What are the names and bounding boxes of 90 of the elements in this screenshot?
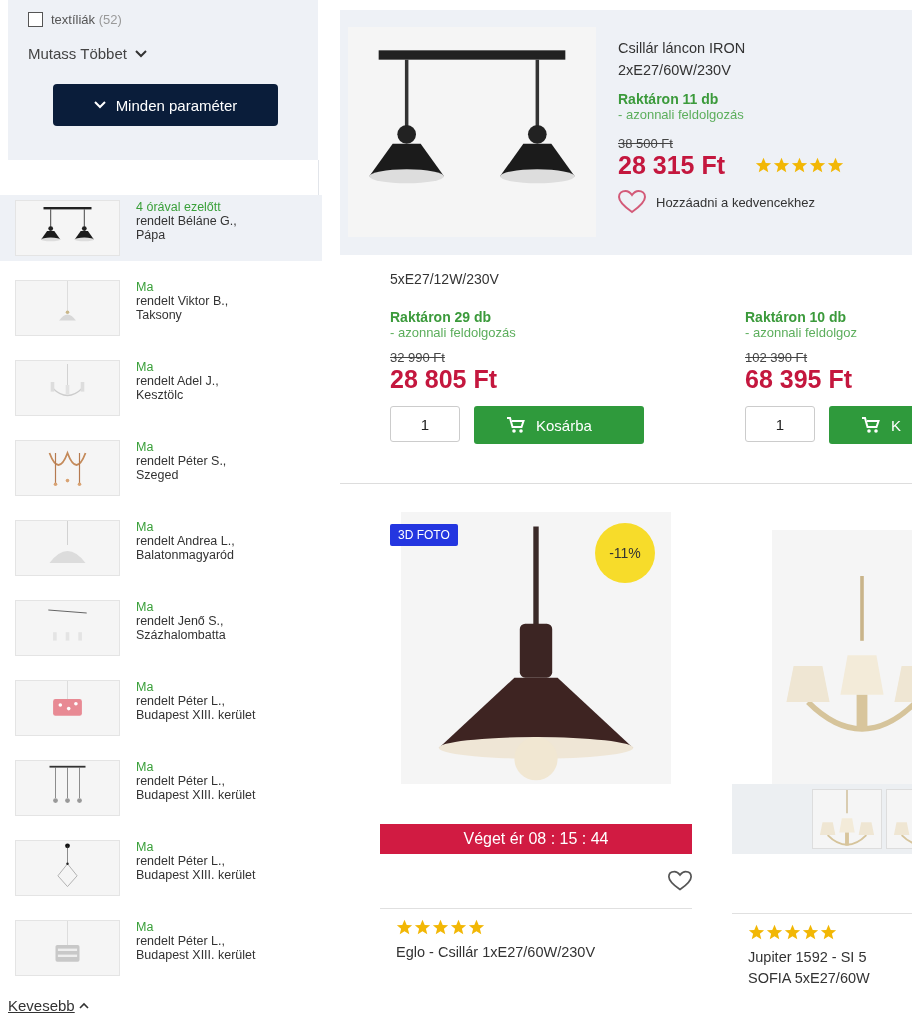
order-time: Ma <box>136 600 155 614</box>
buyer-name: rendelt Jenő S., <box>136 614 225 628</box>
star-icon <box>748 924 765 941</box>
old-price: 38 500 Ft <box>618 136 674 151</box>
star-icon <box>396 919 413 936</box>
buyer-city: Kesztölc <box>136 388 185 402</box>
checkbox[interactable] <box>28 12 43 27</box>
buyer-city: Balatonmagyaród <box>136 548 235 562</box>
stock-status: Raktáron 29 db <box>390 309 493 325</box>
stock-status: Raktáron 10 db <box>745 309 848 325</box>
order-item[interactable]: Ma rendelt Adel J., Kesztölc <box>0 355 322 421</box>
order-time: Ma <box>136 680 155 694</box>
processing-note: - azonnali feldolgozás <box>618 107 745 122</box>
order-time: 4 órával ezelőtt <box>136 200 222 214</box>
processing-note: - azonnali feldolgoz <box>745 325 859 340</box>
quantity-field[interactable]: 1 <box>390 406 460 442</box>
star-icon <box>766 924 783 941</box>
star-icon <box>820 924 837 941</box>
chevron-down-icon <box>134 49 147 58</box>
buyer-name: rendelt Andrea L., <box>136 534 235 548</box>
star-icon <box>773 157 790 174</box>
order-time: Ma <box>136 440 155 454</box>
buyer-name: rendelt Viktor B., <box>136 294 229 308</box>
product-title[interactable]: Jupiter 1592 - SI 5 SOFIA 5xE27/60W <box>748 947 912 989</box>
add-to-cart-button[interactable]: K <box>829 406 912 444</box>
star-icon <box>450 919 467 936</box>
buyer-name: rendelt Péter L., <box>136 694 226 708</box>
product-title[interactable]: Eglo - Csillár 1xE27/60W/230V <box>396 942 692 963</box>
chevron-up-icon <box>78 1002 89 1009</box>
product-title[interactable]: 5xE27/12W/230V <box>390 271 499 287</box>
star-icon <box>802 924 819 941</box>
price: 28 805 Ft <box>390 365 498 394</box>
order-item[interactable]: Ma rendelt Viktor B., Taksony <box>0 275 322 341</box>
star-icon <box>755 157 772 174</box>
buyer-city: Taksony <box>136 308 183 322</box>
star-icon <box>791 157 808 174</box>
buyer-city: Budapest XIII. kerület <box>136 708 256 722</box>
cart-icon <box>861 416 881 434</box>
order-item[interactable]: Ma rendelt Péter L., Budapest XIII. kerület <box>0 915 322 981</box>
order-time: Ma <box>136 520 155 534</box>
show-less-link[interactable]: Kevesebb <box>8 997 89 1014</box>
add-to-cart-button[interactable]: Kosárba <box>474 406 644 444</box>
heart-icon[interactable] <box>668 870 692 892</box>
buyer-name: rendelt Péter S., <box>136 454 227 468</box>
quantity-field[interactable]: 1 <box>745 406 815 442</box>
buyer-city: Pápa <box>136 228 167 242</box>
countdown-bar: Véget ér 08 : 15 : 44 <box>380 824 692 854</box>
order-item[interactable]: Ma rendelt Péter L., Budapest XIII. kerület <box>0 755 322 821</box>
order-item[interactable]: Ma rendelt Péter L., Budapest XIII. kerület <box>0 835 322 901</box>
heart-icon <box>618 190 646 214</box>
buyer-name: rendelt Béláne G., <box>136 214 237 228</box>
order-item[interactable]: Ma rendelt Andrea L., Balatonmagyaród <box>0 515 322 581</box>
star-icon <box>414 919 431 936</box>
show-more-link[interactable]: Mutass Többet <box>28 45 147 62</box>
processing-note: - azonnali feldolgozás <box>390 325 517 340</box>
chevron-down-icon <box>93 101 106 109</box>
buyer-name: rendelt Péter L., <box>136 934 226 948</box>
buyer-city: Budapest XIII. kerület <box>136 948 256 962</box>
buyer-name: rendelt Adel J., <box>136 374 219 388</box>
order-time: Ma <box>136 360 155 374</box>
product-title[interactable]: Csillár láncon IRON 2xE27/60W/230V <box>618 37 848 81</box>
3d-photo-badge: 3D FOTO <box>390 524 458 546</box>
buyer-name: rendelt Péter L., <box>136 774 226 788</box>
order-time: Ma <box>136 280 155 294</box>
old-price: 102 390 Ft <box>745 350 809 365</box>
order-time: Ma <box>136 840 155 854</box>
star-icon <box>432 919 449 936</box>
add-to-favorites-link[interactable]: Hozzáadni a kedvencekhez <box>618 190 848 214</box>
price: 68 395 Ft <box>745 365 853 394</box>
order-time: Ma <box>136 920 155 934</box>
old-price: 32 990 Ft <box>390 350 446 365</box>
order-item-highlight[interactable]: 4 órával ezelőtt rendelt Béláne G., Pápa <box>0 195 322 261</box>
order-time: Ma <box>136 760 155 774</box>
all-parameters-button[interactable]: Minden paraméter <box>53 84 278 126</box>
order-item[interactable]: Ma rendelt Péter L., Budapest XIII. kerület <box>0 675 322 741</box>
stock-status: Raktáron 11 db <box>618 91 720 107</box>
price: 28 315 Ft <box>618 151 725 180</box>
cart-icon <box>506 416 526 434</box>
buyer-name: rendelt Péter L., <box>136 854 226 868</box>
star-icon <box>809 157 826 174</box>
buyer-city: Budapest XIII. kerület <box>136 868 256 882</box>
filter-label[interactable]: textíliák (52) <box>51 12 122 27</box>
order-item[interactable]: Ma rendelt Jenő S., Százhalombatta <box>0 595 322 661</box>
buyer-city: Szeged <box>136 468 180 482</box>
star-icon <box>827 157 844 174</box>
buyer-city: Budapest XIII. kerület <box>136 788 256 802</box>
star-icon <box>784 924 801 941</box>
star-icon <box>468 919 485 936</box>
order-item[interactable]: Ma rendelt Péter S., Szeged <box>0 435 322 501</box>
buyer-city: Százhalombatta <box>136 628 226 642</box>
